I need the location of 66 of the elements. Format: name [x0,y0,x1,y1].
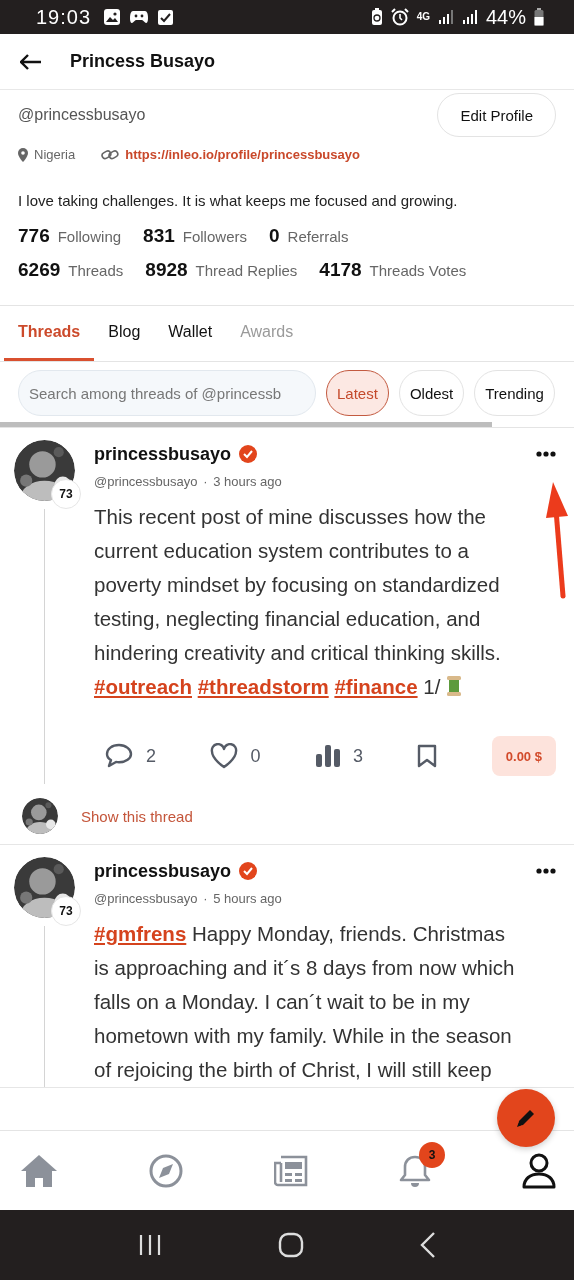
gamepad-icon [129,9,150,25]
location-pin-icon [18,147,28,162]
location-text: Nigeria [34,147,76,162]
bookmark-icon[interactable] [417,744,438,768]
votes-button[interactable]: 3 [314,744,363,768]
back-icon[interactable] [420,1232,436,1258]
tab[interactable]: Wallet [154,306,227,361]
stat-link[interactable]: 4178 Threads Votes [319,259,467,281]
author-name[interactable]: princessbusayo [94,443,232,465]
tab[interactable]: Blog [94,306,155,361]
home-icon[interactable] [20,1153,58,1188]
compose-button[interactable] [497,1089,555,1147]
sort-chip[interactable]: Oldest [398,370,465,416]
show-thread-link[interactable]: Show this thread [81,807,193,825]
more-options-icon[interactable] [536,451,556,457]
bell-icon[interactable] [399,1153,431,1188]
image-icon [103,8,122,26]
more-options-icon[interactable] [536,868,556,874]
hashtag-link[interactable]: #threadstorm [197,675,329,698]
reputation-badge: 73 [51,479,81,509]
alarm-icon [390,8,409,26]
payout-button[interactable]: 0.00 $ [491,736,556,776]
stat-link[interactable]: 776 Following [18,225,122,247]
hashtag-link[interactable]: #gmfrens [94,922,187,945]
sort-chip[interactable]: Trending [474,370,555,416]
battery-icon [534,8,544,26]
battery-saver-icon [370,8,383,26]
battery-percent: 44% [485,5,526,29]
signal-icon [461,9,478,25]
stat-link[interactable]: 6269 Threads [18,259,124,281]
reputation-badge: 73 [51,896,81,926]
link-icon [101,148,120,161]
user-icon[interactable] [522,1152,556,1189]
search-field[interactable]: Search among threads of @princessb [18,370,316,416]
separator-dot: · [203,474,208,489]
author-handle: @princessbusayo [94,891,198,906]
checkbox-icon [157,8,175,26]
clock: 19:03 [36,5,92,29]
author-name[interactable]: princessbusayo [94,860,232,882]
stat-link[interactable]: 0 Referrals [268,225,349,247]
recent-apps-icon[interactable] [138,1234,162,1256]
hashtag-link[interactable]: #outreach [94,675,192,698]
profile-link[interactable]: https://inleo.io/profile/princessbusayo [125,147,360,162]
newspaper-icon[interactable] [274,1154,308,1187]
sort-chip[interactable]: Latest [326,370,389,416]
compass-icon[interactable] [149,1153,183,1188]
back-button[interactable] [20,53,42,70]
separator-dot: · [203,891,208,906]
stat-link[interactable]: 8928 Thread Replies [145,259,298,281]
signal-icon [437,9,454,25]
home-button-icon[interactable] [278,1232,304,1258]
author-handle: @princessbusayo [94,474,198,489]
bio-text: I love taking challenges. It is what keeps me focused and growing. [18,192,459,209]
hashtag-link[interactable]: #finance [334,675,418,698]
network-label: 4G [416,12,430,22]
tab[interactable]: Threads [4,306,95,361]
notification-badge: 3 [419,1141,445,1168]
thread-spool-icon [446,675,463,697]
post-text: #gmfrens Happy Monday, friends. Christmas is approaching and it´s 8 days from now which falls on a Monday. I can´t wait to be in my hometown with my family. While in the season of rejoicing the birth of Christ, I will still keep [94,921,516,1083]
post-text: This recent post of mine discusses how the current education system contributes to a poverty mindset by focusing on standardized testing, neglecting financial education, and hindering creativity and critical thinking skills. #outreach #threadstorm #finance 1/ [94,504,502,700]
page-title: Princess Busayo [70,51,216,72]
post-time: 3 hours ago [213,474,282,489]
edit-profile-button[interactable]: Edit Profile [437,93,556,137]
user-handle: @princessbusayo [18,106,146,124]
post-time: 5 hours ago [213,891,282,906]
stat-link[interactable]: 831 Followers [143,225,247,247]
